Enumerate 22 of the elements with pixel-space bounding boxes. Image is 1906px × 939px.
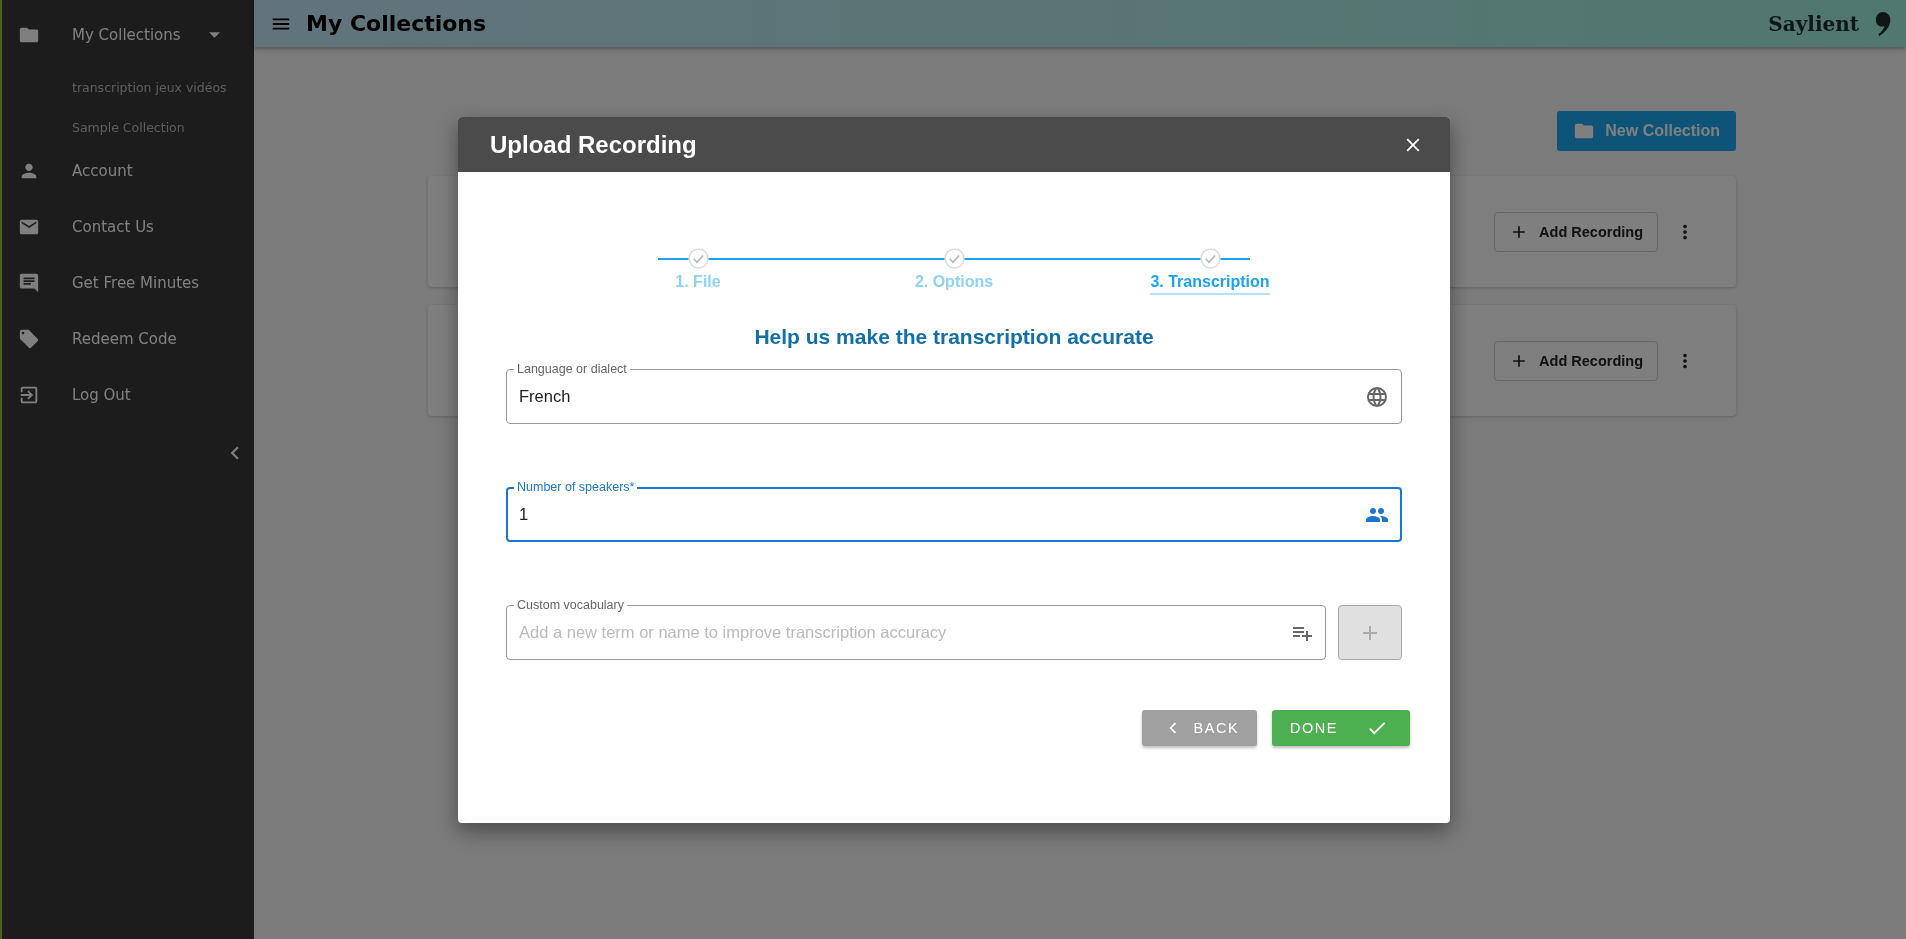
sidebar-item[interactable]: Log Out (2, 372, 254, 418)
sidebar-item[interactable]: Account (2, 148, 254, 194)
sidebar-item[interactable]: Redeem Code (2, 316, 254, 362)
done-button[interactable]: DONE (1272, 710, 1410, 746)
back-button[interactable]: BACK (1141, 710, 1258, 746)
comma-logo-icon (1875, 10, 1892, 37)
brand-name: Saylient (1768, 11, 1859, 36)
dialog-heading: Help us make the transcription accurate (753, 325, 1155, 349)
sidebar-subitem[interactable]: Sample Collection (72, 108, 185, 148)
logout-icon (18, 384, 40, 406)
tag-icon (18, 328, 40, 350)
globe-icon (1365, 384, 1389, 409)
sidebar-subitem[interactable]: transcription jeux vidéos (72, 68, 227, 108)
dialog-title: Upload Recording (490, 130, 697, 159)
add-recording-button[interactable]: Add Recording (1494, 340, 1658, 381)
step-tab[interactable]: 3. Transcription (1150, 273, 1270, 295)
sidebar-item[interactable]: Contact Us (2, 204, 254, 250)
add-recording-button[interactable]: Add Recording (1494, 211, 1658, 252)
sidebar-item[interactable]: Get Free Minutes (2, 260, 254, 306)
message-icon (18, 272, 40, 294)
page-title: My Collections (306, 11, 487, 36)
sidebar-item[interactable]: My Collections (2, 12, 254, 58)
